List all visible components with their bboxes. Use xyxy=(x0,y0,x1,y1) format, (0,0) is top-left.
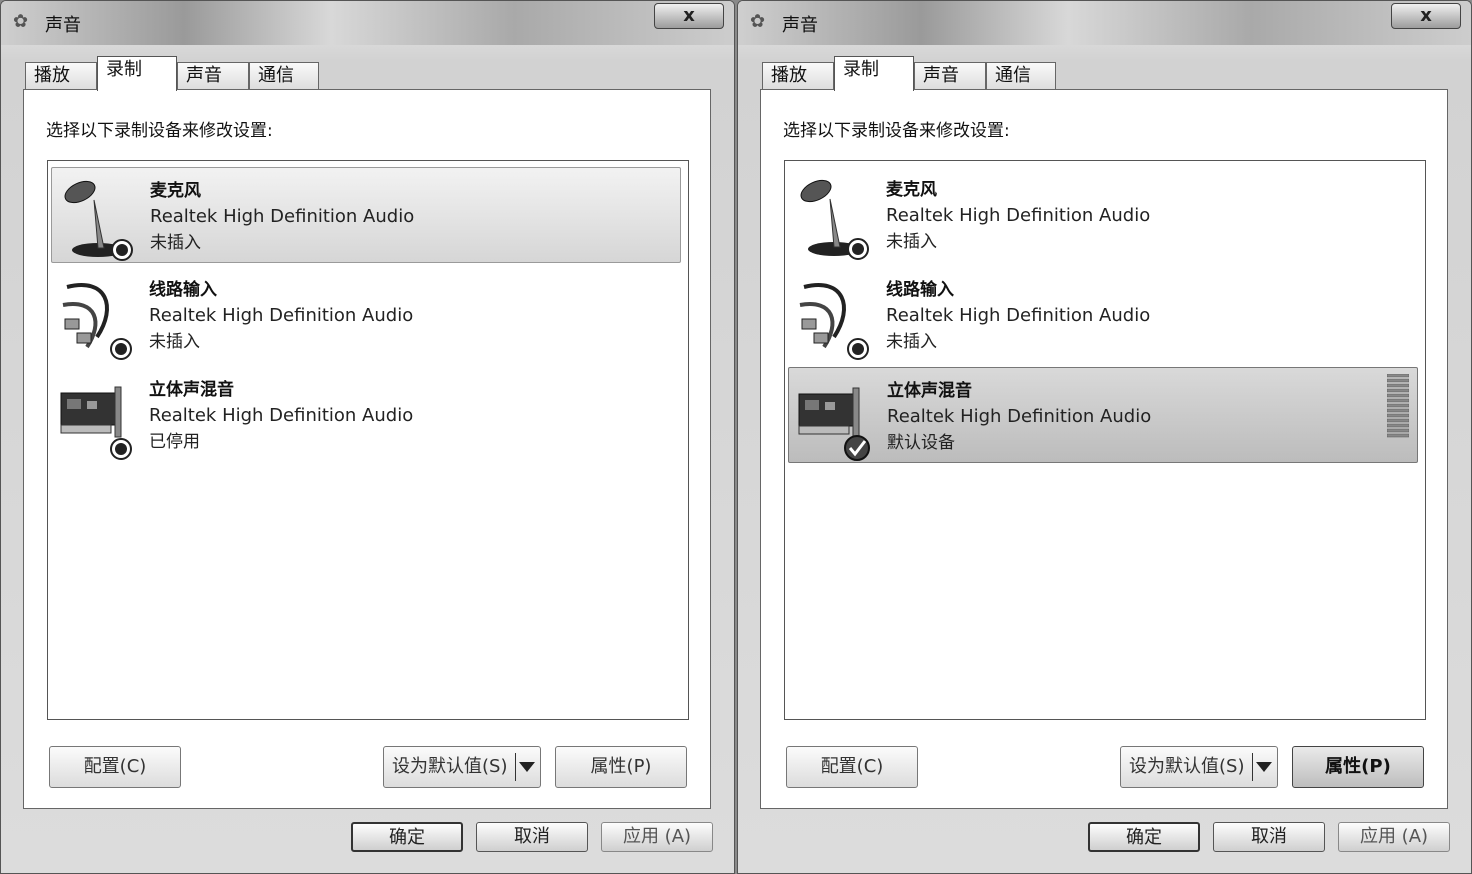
line-in-cable-icon xyxy=(62,283,132,360)
cancel-button[interactable]: 取消 xyxy=(1213,822,1325,852)
recording-panel: 选择以下录制设备来修改设置: 麦克风 Realtek High Definiti… xyxy=(23,89,711,809)
split-separator xyxy=(1252,753,1253,781)
device-name: 立体声混音 xyxy=(149,380,234,400)
line-in-cable-icon xyxy=(799,283,869,360)
device-driver: Realtek High Definition Audio xyxy=(886,205,1151,226)
device-status: 未插入 xyxy=(886,332,937,352)
disabled-badge-icon xyxy=(115,443,127,455)
device-name: 立体声混音 xyxy=(887,381,972,401)
device-driver: Realtek High Definition Audio xyxy=(150,206,415,227)
window-title: 声音 xyxy=(45,15,81,36)
level-meter-icon xyxy=(1387,374,1409,438)
instruction-text: 选择以下录制设备来修改设置: xyxy=(783,121,1010,141)
close-button[interactable]: x xyxy=(654,3,724,29)
disconnected-badge-icon xyxy=(115,343,127,355)
sound-dialog-left: ✿ 声音 x 播放 录制 声音 通信 选择以下录制设备来修改设置: 麦克风 Re… xyxy=(0,0,735,874)
dropdown-arrow-icon[interactable] xyxy=(519,762,535,772)
tab-communications[interactable]: 通信 xyxy=(986,62,1056,90)
apply-button[interactable]: 应用 (A) xyxy=(1338,822,1450,852)
device-name: 线路输入 xyxy=(886,280,954,300)
properties-button[interactable]: 属性(P) xyxy=(555,746,687,788)
disconnected-badge-icon xyxy=(852,243,864,255)
device-name: 麦克风 xyxy=(150,181,201,201)
default-check-badge-icon xyxy=(844,435,870,461)
device-driver: Realtek High Definition Audio xyxy=(887,406,1152,427)
properties-button[interactable]: 属性(P) xyxy=(1292,746,1424,788)
speaker-app-icon: ✿ xyxy=(750,11,766,32)
device-name: 线路输入 xyxy=(149,280,217,300)
configure-button[interactable]: 配置(C) xyxy=(786,746,918,788)
device-item-microphone[interactable]: 麦克风 Realtek High Definition Audio 未插入 xyxy=(788,167,1418,263)
speaker-app-icon: ✿ xyxy=(13,11,29,32)
tab-sounds[interactable]: 声音 xyxy=(914,62,986,90)
device-status: 已停用 xyxy=(149,432,200,452)
disconnected-badge-icon xyxy=(116,244,128,256)
tab-recording[interactable]: 录制 xyxy=(834,56,914,91)
device-status: 未插入 xyxy=(886,232,937,252)
ok-button[interactable]: 确定 xyxy=(351,822,463,852)
device-driver: Realtek High Definition Audio xyxy=(886,305,1151,326)
device-item-line-in[interactable]: 线路输入 Realtek High Definition Audio 未插入 xyxy=(788,267,1418,363)
device-driver: Realtek High Definition Audio xyxy=(149,405,414,426)
sound-card-icon xyxy=(60,386,132,460)
tab-recording[interactable]: 录制 xyxy=(97,56,177,91)
dropdown-arrow-icon[interactable] xyxy=(1256,762,1272,772)
instruction-text: 选择以下录制设备来修改设置: xyxy=(46,121,273,141)
apply-button[interactable]: 应用 (A) xyxy=(601,822,713,852)
device-status: 未插入 xyxy=(149,332,200,352)
device-item-line-in[interactable]: 线路输入 Realtek High Definition Audio 未插入 xyxy=(51,267,681,363)
device-list[interactable]: 麦克风 Realtek High Definition Audio 未插入 线路… xyxy=(784,160,1426,720)
device-item-stereo-mix[interactable]: 立体声混音 Realtek High Definition Audio 已停用 xyxy=(51,367,681,463)
disconnected-badge-icon xyxy=(852,343,864,355)
sound-dialog-right: ✿ 声音 x 播放 录制 声音 通信 选择以下录制设备来修改设置: 麦克风 Re… xyxy=(737,0,1472,874)
device-status: 未插入 xyxy=(150,233,201,253)
set-default-split-button[interactable]: 设为默认值(S) xyxy=(1120,746,1278,788)
tab-playback[interactable]: 播放 xyxy=(25,62,97,90)
split-separator xyxy=(515,753,516,781)
device-driver: Realtek High Definition Audio xyxy=(149,305,414,326)
device-list[interactable]: 麦克风 Realtek High Definition Audio 未插入 线路… xyxy=(47,160,689,720)
set-default-split-button[interactable]: 设为默认值(S) xyxy=(383,746,541,788)
ok-button[interactable]: 确定 xyxy=(1088,822,1200,852)
close-button[interactable]: x xyxy=(1391,3,1461,29)
tab-communications[interactable]: 通信 xyxy=(249,62,319,90)
title-bar[interactable]: ✿ 声音 x xyxy=(738,1,1471,45)
device-item-stereo-mix[interactable]: 立体声混音 Realtek High Definition Audio 默认设备 xyxy=(788,367,1418,463)
title-bar[interactable]: ✿ 声音 x xyxy=(1,1,734,45)
set-default-label: 设为默认值(S) xyxy=(392,756,508,777)
device-name: 麦克风 xyxy=(886,180,937,200)
set-default-label: 设为默认值(S) xyxy=(1129,756,1245,777)
window-title: 声音 xyxy=(782,15,818,36)
configure-button[interactable]: 配置(C) xyxy=(49,746,181,788)
microphone-icon xyxy=(64,180,133,261)
microphone-icon xyxy=(800,179,869,260)
tab-sounds[interactable]: 声音 xyxy=(177,62,249,90)
tab-playback[interactable]: 播放 xyxy=(762,62,834,90)
device-item-microphone[interactable]: 麦克风 Realtek High Definition Audio 未插入 xyxy=(51,167,681,263)
sound-card-icon xyxy=(798,387,870,461)
device-status: 默认设备 xyxy=(887,433,955,453)
cancel-button[interactable]: 取消 xyxy=(476,822,588,852)
recording-panel: 选择以下录制设备来修改设置: 麦克风 Realtek High Definiti… xyxy=(760,89,1448,809)
